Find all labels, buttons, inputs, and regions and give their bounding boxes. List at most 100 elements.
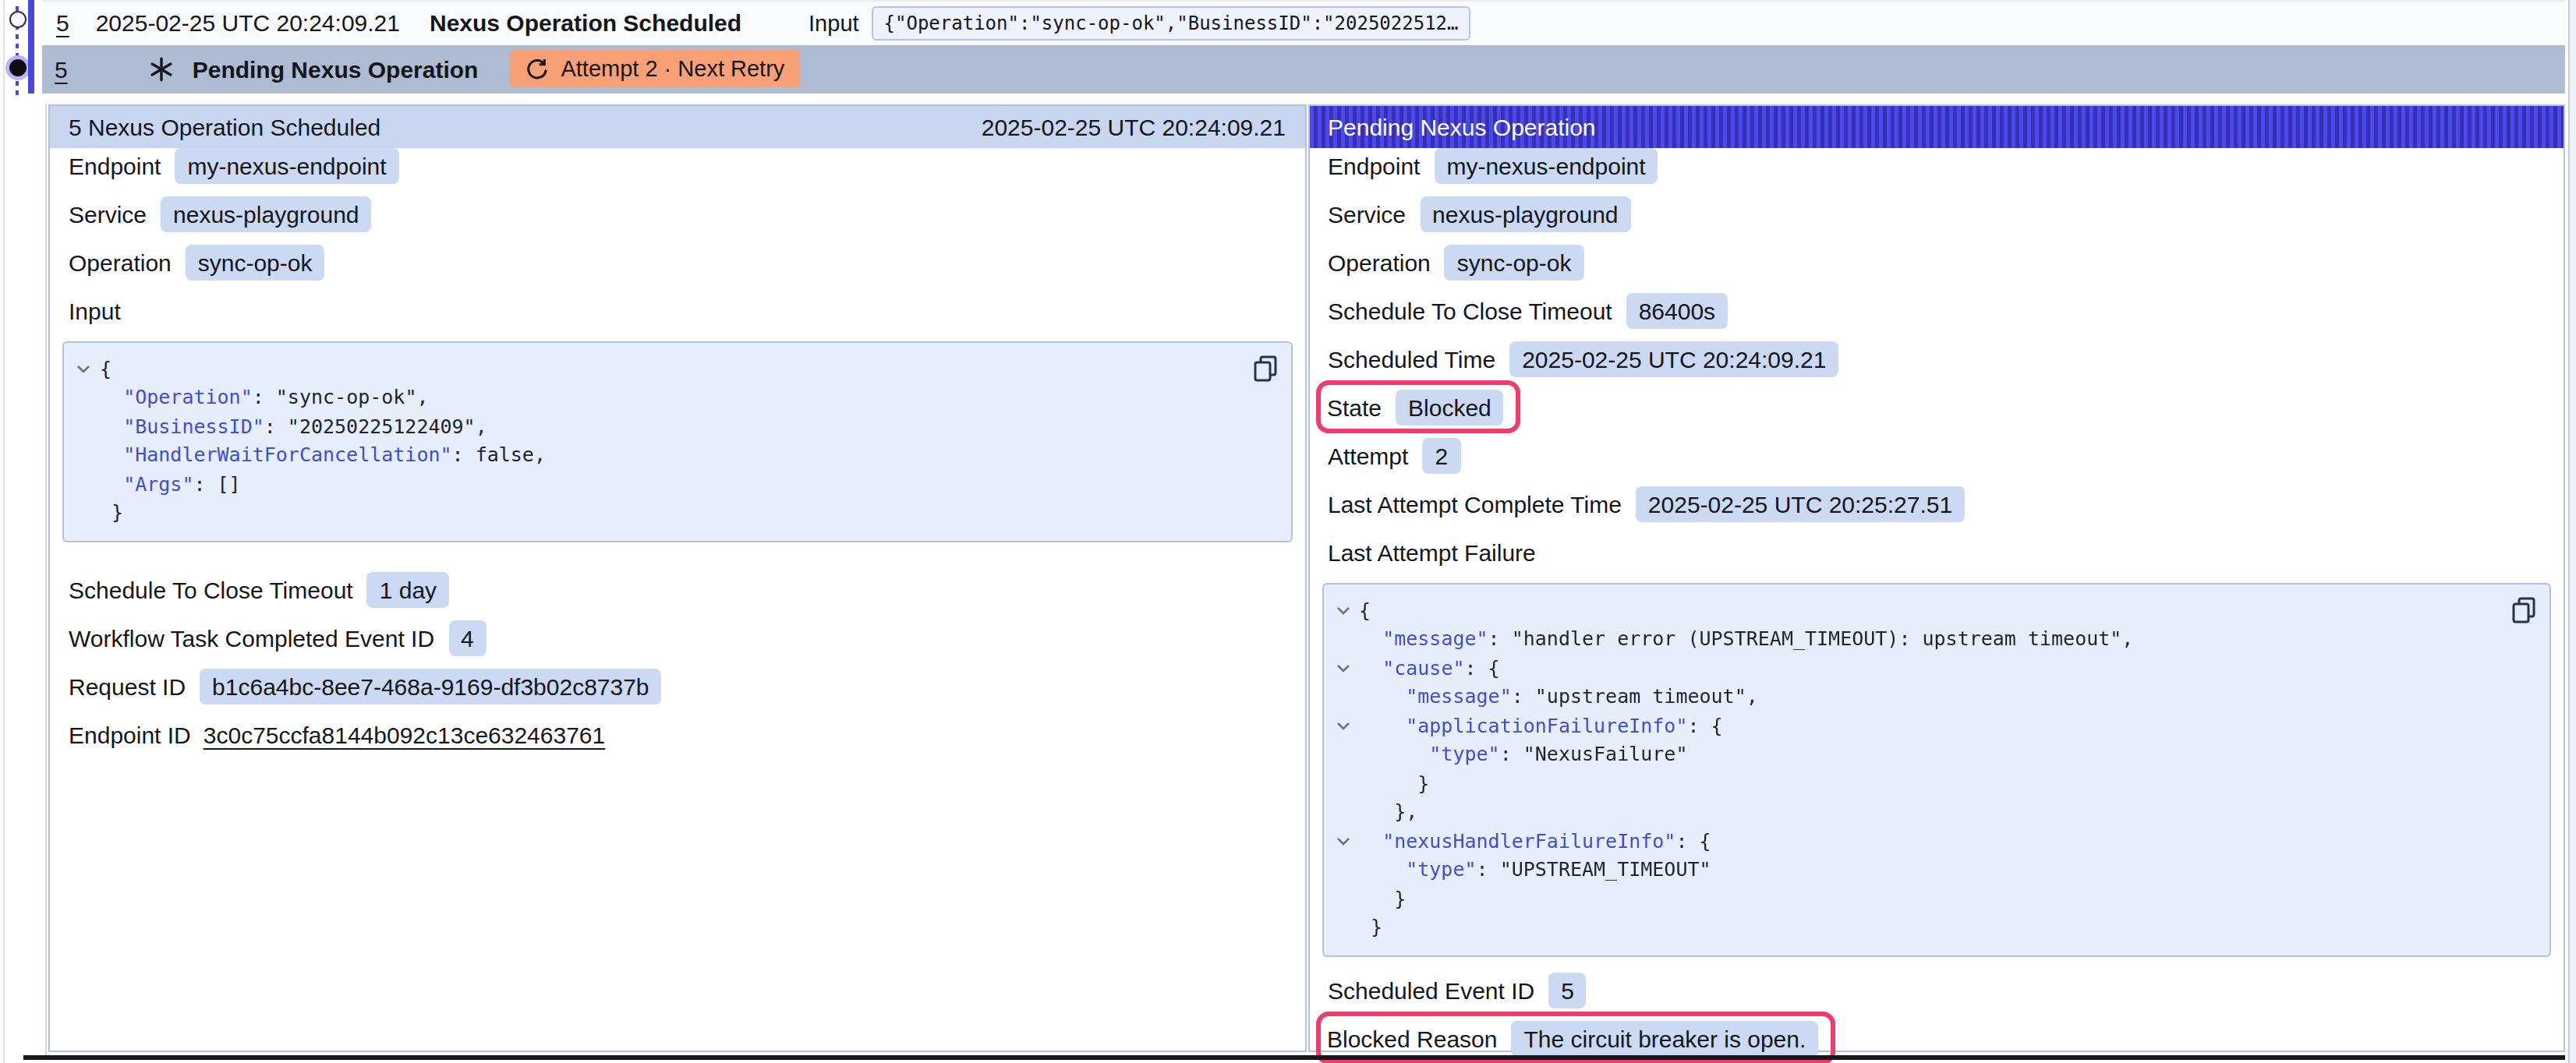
copy-icon[interactable] <box>2512 596 2535 627</box>
input-preview-chip[interactable]: {"Operation":"sync-op-ok","BusinessID":"… <box>872 6 1471 41</box>
chevron-spacer <box>75 470 100 499</box>
chevron-spacer <box>75 499 100 528</box>
field-value-badge: 2025-02-25 UTC 20:25:27.51 <box>1636 486 1965 521</box>
field-row: Schedule To Close Timeout 1 day <box>69 571 1286 607</box>
field-label: Input <box>69 297 121 323</box>
field-row: Scheduled Time 2025-02-25 UTC 20:24:09.21 <box>1328 341 2545 376</box>
field-label: Schedule To Close Timeout <box>69 576 353 602</box>
chevron-spacer <box>75 441 100 470</box>
event-time: 2025-02-25 UTC 20:24:09.21 <box>96 10 400 37</box>
field-value-badge: Blocked <box>1396 389 1504 425</box>
field-value-badge: sync-op-ok <box>1445 244 1584 280</box>
field-row: Blocked Reason The circuit breaker is ope… <box>1328 1020 2545 1056</box>
expanded-row-left-border <box>44 104 46 1056</box>
attempt-retry-badge: Attempt 2 · Next Retry <box>509 51 800 87</box>
field-row: Endpoint my-nexus-endpoint <box>1328 147 2545 183</box>
field-label: State <box>1327 394 1382 420</box>
field-label: Attempt <box>1328 442 1408 468</box>
field-value-badge: my-nexus-endpoint <box>175 147 398 183</box>
field-row: Last Attempt Failure <box>1328 534 2545 570</box>
group-bottom-divider <box>23 1055 2565 1059</box>
field-row: Endpoint ID 3c0c75ccfa8144b092c13ce632463… <box>69 716 1286 752</box>
collapse-chevron-icon[interactable] <box>75 355 100 383</box>
field-value-badge: 2 <box>1422 437 1460 473</box>
field-label: Operation <box>69 249 172 275</box>
event-title: Nexus Operation Scheduled <box>430 10 741 37</box>
field-label: Schedule To Close Timeout <box>1328 297 1612 323</box>
pending-operation-panel: Pending Nexus Operation Endpoint my-nexus… <box>1307 104 2565 1052</box>
field-row: State Blocked <box>1328 389 2545 425</box>
copy-icon[interactable] <box>1253 355 1276 386</box>
field-row: Operation sync-op-ok <box>69 244 1286 280</box>
page-left-border <box>2 0 4 1063</box>
field-row: Input <box>69 292 1286 328</box>
event-row-scheduled[interactable]: 5 2025-02-25 UTC 20:24:09.21 Nexus Opera… <box>42 0 2565 44</box>
field-label: Workflow Task Completed Event ID <box>69 624 434 651</box>
collapse-chevron-icon[interactable] <box>1334 654 1359 683</box>
field-row: Request ID b1c6a4bc-8ee7-468a-9169-df3b02… <box>69 668 1286 704</box>
chevron-spacer <box>1334 740 1359 769</box>
collapse-chevron-icon[interactable] <box>1334 712 1359 740</box>
field-value-badge: sync-op-ok <box>186 244 325 280</box>
endpoint-id-link[interactable]: 3c0c75ccfa8144b092c13ce632463761 <box>203 721 605 747</box>
field-label: Last Attempt Failure <box>1328 539 1536 565</box>
field-row: Operation sync-op-ok <box>1328 244 2545 280</box>
field-label: Service <box>69 200 147 227</box>
workflow-event-history-detail: 5 2025-02-25 UTC 20:24:09.21 Nexus Opera… <box>0 0 2576 1063</box>
field-value-badge: nexus-playground <box>161 196 372 231</box>
event-detail-header: 5 Nexus Operation Scheduled 2025-02-25 U… <box>50 105 1304 147</box>
field-row: Scheduled Event ID 5 <box>1328 972 2545 1008</box>
field-label: Last Attempt Complete Time <box>1328 490 1622 517</box>
pending-title: Pending Nexus Operation <box>193 55 479 82</box>
chevron-spacer <box>1334 798 1359 827</box>
event-detail-header-title: 5 Nexus Operation Scheduled <box>69 113 380 139</box>
field-label: Endpoint ID <box>69 721 191 747</box>
page-right-gutter <box>2568 0 2576 1063</box>
pending-operation-row[interactable]: 5 Pending Nexus Operation Attempt 2 · Ne… <box>42 44 2565 93</box>
chevron-spacer <box>1334 625 1359 654</box>
attempt-badge-label: Attempt 2 · Next Retry <box>561 56 784 81</box>
collapse-chevron-icon[interactable] <box>1334 827 1359 856</box>
pending-operation-header: Pending Nexus Operation <box>1309 105 2564 147</box>
json-code-block: { "Operation": "sync-op-ok", "BusinessID… <box>62 341 1292 542</box>
field-row: Service nexus-playground <box>69 196 1286 231</box>
pending-id-link[interactable]: 5 <box>55 55 68 82</box>
field-row: Service nexus-playground <box>1328 196 2545 231</box>
chevron-spacer <box>75 412 100 441</box>
field-value-badge: 1 day <box>367 571 449 607</box>
chevron-spacer <box>75 383 100 412</box>
field-label: Operation <box>1328 249 1431 275</box>
field-value-badge: The circuit breaker is open. <box>1511 1020 1818 1056</box>
collapse-chevron-icon[interactable] <box>1334 596 1359 625</box>
field-value-badge: 5 <box>1548 972 1587 1008</box>
chevron-spacer <box>1334 913 1359 942</box>
event-id-link[interactable]: 5 <box>56 10 69 37</box>
field-row: Schedule To Close Timeout 86400s <box>1328 292 2545 328</box>
field-value-badge: my-nexus-endpoint <box>1434 147 1658 183</box>
field-label: Service <box>1328 200 1406 227</box>
field-value-badge: 4 <box>448 620 487 655</box>
field-value-badge: 86400s <box>1626 292 1728 328</box>
timeline-node-hollow-icon <box>9 11 26 28</box>
field-label: Scheduled Time <box>1328 345 1495 372</box>
chevron-spacer <box>1334 769 1359 798</box>
field-value-badge: 2025-02-25 UTC 20:24:09.21 <box>1509 341 1838 376</box>
field-row: Last Attempt Complete Time 2025-02-25 UTC… <box>1328 486 2545 521</box>
field-label: Request ID <box>69 673 186 699</box>
field-value-badge: b1c6a4bc-8ee7-468a-9169-df3b02c8737b <box>200 668 661 704</box>
field-value-badge: nexus-playground <box>1420 196 1631 231</box>
field-row: Workflow Task Completed Event ID 4 <box>69 620 1286 655</box>
event-detail-panel: 5 Nexus Operation Scheduled 2025-02-25 U… <box>48 104 1306 1052</box>
field-label: Blocked Reason <box>1327 1025 1497 1051</box>
retry-icon <box>525 57 548 80</box>
field-row: Endpoint my-nexus-endpoint <box>69 147 1286 183</box>
json-code-block: { "message": "handler error (UPSTREAM_TI… <box>1322 582 2551 956</box>
timeline-node-filled-icon <box>9 59 27 76</box>
chevron-spacer <box>1334 885 1359 913</box>
event-detail-header-time: 2025-02-25 UTC 20:24:09.21 <box>982 113 1286 139</box>
annotation-highlight-box: State Blocked <box>1315 380 1521 433</box>
field-label: Scheduled Event ID <box>1328 976 1534 1003</box>
pending-operation-header-title: Pending Nexus Operation <box>1328 113 1596 139</box>
field-label: Endpoint <box>1328 152 1420 178</box>
field-label: Endpoint <box>69 152 161 178</box>
